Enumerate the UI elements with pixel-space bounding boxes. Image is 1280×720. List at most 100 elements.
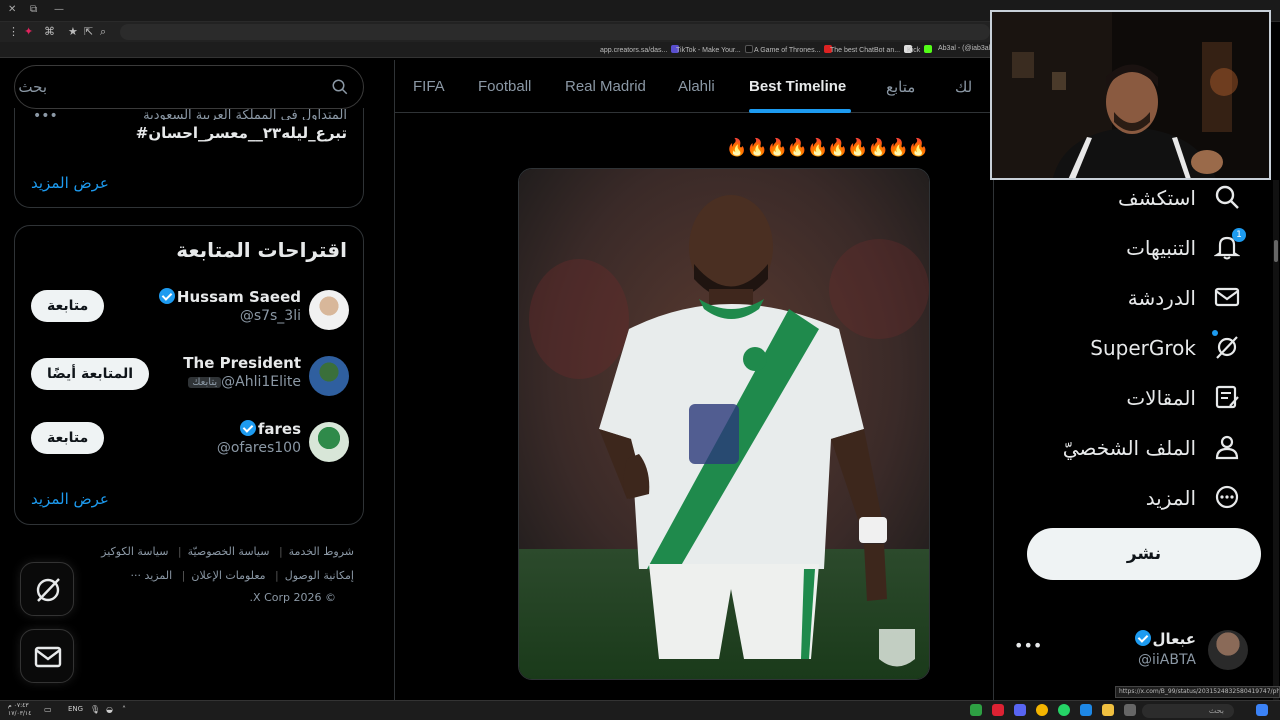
post-image[interactable] (518, 168, 930, 680)
whatsapp-icon[interactable] (1058, 704, 1070, 716)
who-to-follow-card: اقتراحات المتابعة Hussam Saeed @s7s_3li … (14, 225, 364, 525)
more-options-icon[interactable]: ••• (1014, 636, 1042, 655)
bookmark-star-icon[interactable]: ★ (68, 25, 78, 38)
follow-button[interactable]: متابعة (31, 290, 105, 322)
football-player-photo (519, 169, 929, 679)
nav-articles-label: المقالات (1126, 386, 1196, 410)
bookmark-ab3al[interactable]: Ab3al - (@iab3al) | (938, 45, 996, 52)
nav-messages[interactable]: الدردشة (1000, 280, 1240, 320)
tab-following[interactable]: متابع (886, 78, 915, 96)
follow-button[interactable]: متابعة (31, 422, 105, 454)
zoom-icon[interactable]: ⌕ (100, 25, 106, 39)
menu-dots-icon[interactable]: ⋮ (8, 25, 19, 38)
webcam-overlay (990, 10, 1271, 180)
search-placeholder: بحث (18, 78, 47, 96)
avatar[interactable] (309, 422, 349, 462)
nav-explore-label: استكشف (1118, 186, 1196, 210)
tab-for-you[interactable]: لك (955, 78, 972, 96)
avatar[interactable] (309, 290, 349, 330)
search-icon (332, 79, 348, 95)
post-button[interactable]: نشر (1027, 528, 1261, 580)
bookmark-creators[interactable]: app.creators.sa/das... (600, 45, 680, 54)
chat-icon[interactable]: ▭ (44, 705, 52, 714)
minimize-window-icon[interactable]: — (54, 4, 64, 15)
bookmarks-bar: app.creators.sa/das... TikTok - Make You… (0, 42, 996, 58)
bookmark-got[interactable]: A Game of Thrones... (754, 45, 833, 54)
verified-badge-icon (239, 420, 256, 436)
bookmark-tiktok[interactable]: TikTok - Make Your... (676, 45, 753, 54)
privacy-link[interactable]: سياسة الخصوصيّة (188, 545, 270, 558)
app-icon[interactable] (1080, 704, 1092, 716)
tab-best-timeline[interactable]: Best Timeline (749, 78, 846, 95)
taskbar-search[interactable]: بحث (1142, 704, 1234, 718)
trend-title[interactable]: #تبرع_ليله٢٣__معسر_احسان (136, 124, 347, 142)
nav-grok[interactable]: SuperGrok (1000, 330, 1240, 370)
nav-explore[interactable]: استكشف (1000, 180, 1240, 220)
tab-football[interactable]: Football (478, 78, 531, 95)
nav-articles[interactable]: المقالات (1000, 380, 1240, 420)
app-icon[interactable] (992, 704, 1004, 716)
trend-context: المتداول في المملكة العربية السعودية (143, 108, 347, 120)
extension-icon[interactable]: ✦ (24, 25, 33, 38)
tab-alahli[interactable]: Alahli (678, 78, 715, 95)
cookies-link[interactable]: سياسة الكوكيز (101, 545, 168, 558)
app-icon[interactable] (970, 704, 982, 716)
nav-more[interactable]: المزيد (1000, 480, 1240, 520)
tab-fifa[interactable]: FIFA (413, 78, 445, 95)
chevron-up-icon[interactable]: ˄ (122, 705, 126, 714)
more-link[interactable]: المزيد ··· (130, 569, 172, 582)
language-indicator[interactable]: ENG (68, 705, 83, 713)
bookmark-kick[interactable]: Kick (907, 45, 933, 54)
page-scrollbar[interactable] (1273, 180, 1279, 700)
nav-notifications[interactable]: التنبيهات 1 (1000, 228, 1246, 270)
share-icon[interactable]: ⇱ (84, 25, 93, 38)
nav-more-label: المزيد (1145, 486, 1196, 510)
discord-icon[interactable] (1014, 704, 1026, 716)
bookmark-chatbot[interactable]: The best ChatBot an... (830, 45, 913, 54)
ads-info-link[interactable]: معلومات الإعلان (191, 569, 265, 582)
extension-puzzle-icon[interactable]: ⌘ (44, 25, 55, 38)
nav-profile[interactable]: الملف الشخصيّ (1000, 430, 1240, 470)
account-handle: @iiABTA (1137, 652, 1196, 668)
trends-show-more-link[interactable]: عرض المزيد (31, 174, 109, 192)
search-input[interactable]: بحث (14, 65, 364, 109)
avatar (1208, 630, 1248, 670)
nav-notifications-label: التنبيهات (1126, 236, 1196, 260)
follows-you-badge: يتابعك (188, 377, 222, 388)
more-options-icon[interactable]: ••• (33, 108, 58, 124)
user-handle: @ofares100 (216, 440, 301, 456)
clock-date[interactable]: ١٧/٠٣/١٤ (8, 710, 31, 718)
user-name: Hussam Saeed (158, 288, 301, 306)
account-switcher[interactable]: عبعال @iiABTA ••• (994, 626, 1264, 676)
taskbar-search-placeholder: بحث (1208, 706, 1224, 715)
address-bar[interactable] (120, 24, 990, 40)
app-icon[interactable] (1124, 704, 1136, 716)
status-url: https://x.com/B_99/status/20315248325804… (1115, 686, 1280, 698)
user-icon (1215, 435, 1239, 460)
windows-start-icon[interactable] (1256, 704, 1268, 716)
network-icon[interactable]: ◒ (106, 705, 113, 714)
follow-suggestion-row[interactable]: Hussam Saeed @s7s_3li متابعة (15, 286, 365, 336)
messages-float-button[interactable] (20, 629, 74, 683)
follow-suggestion-row[interactable]: The President يتابعك @Ahli1Elite المتابعة… (15, 352, 365, 402)
microphone-icon[interactable]: 🎙 (90, 705, 100, 714)
grok-float-button[interactable] (20, 562, 74, 616)
user-name: fares (239, 420, 301, 438)
terms-link[interactable]: شروط الخدمة (289, 545, 354, 558)
chrome-icon[interactable] (1036, 704, 1048, 716)
follow-show-more-link[interactable]: عرض المزيد (31, 490, 109, 508)
restore-window-icon[interactable]: ⧉ (30, 4, 37, 15)
user-handle: يتابعك @Ahli1Elite (186, 374, 301, 390)
following-button[interactable]: المتابعة أيضًا (31, 358, 150, 390)
clock-time[interactable]: ٠٧:٤٣ م (8, 702, 29, 710)
notifications-count-badge: 1 (1232, 228, 1246, 242)
verified-badge-icon (1134, 630, 1151, 646)
folder-icon[interactable] (1102, 704, 1114, 716)
follow-suggestion-row[interactable]: fares @ofares100 متابعة (15, 418, 365, 468)
avatar[interactable] (309, 356, 349, 396)
tab-real-madrid[interactable]: Real Madrid (565, 78, 646, 95)
who-to-follow-title: اقتراحات المتابعة (176, 238, 347, 262)
accessibility-link[interactable]: إمكانية الوصول (285, 569, 354, 582)
close-window-icon[interactable]: ✕ (8, 4, 16, 15)
scrollbar-thumb[interactable] (1274, 240, 1278, 262)
